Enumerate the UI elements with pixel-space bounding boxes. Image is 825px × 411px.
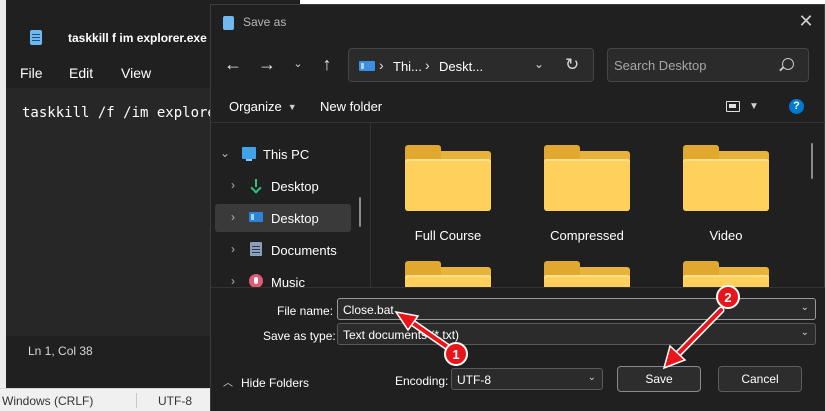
encoding-label: Encoding: (395, 374, 449, 388)
menu-file[interactable]: File (20, 65, 43, 81)
view-caret-icon[interactable]: ▼ (749, 101, 759, 112)
menu-edit[interactable]: Edit (69, 65, 93, 81)
folder-icon (683, 261, 769, 287)
file-name-field[interactable]: Close.bat ⌄ (337, 298, 816, 320)
save-as-dialog: Save as ✕ ← → ⌄ ↑ › Thi... › Deskt... ⌄ … (210, 4, 825, 411)
back-arrow-icon[interactable]: ← (222, 53, 244, 75)
address-bar[interactable]: › Thi... › Deskt... ⌄ ↻ (348, 48, 594, 82)
cancel-button[interactable]: Cancel (718, 366, 802, 392)
desktop-location-icon (359, 61, 375, 71)
encoding-value: UTF-8 (457, 373, 491, 387)
folder-item[interactable] (381, 239, 501, 287)
search-input[interactable] (614, 56, 776, 74)
nav-item-label: Desktop (271, 179, 319, 194)
folder-icon (405, 145, 491, 211)
close-icon[interactable]: ✕ (797, 11, 815, 31)
notepad-app-icon (30, 30, 42, 45)
folder-item[interactable] (659, 239, 779, 287)
search-box[interactable] (607, 48, 809, 82)
nav-item-documents[interactable]: › Documents (215, 236, 351, 264)
folder-item[interactable]: Full Course (381, 123, 501, 243)
expand-chevron-icon[interactable]: ⌄ (220, 146, 230, 160)
help-icon[interactable]: ? (789, 99, 804, 114)
search-icon[interactable] (782, 58, 794, 70)
dialog-notepad-icon (223, 16, 234, 30)
save-type-label: Save as type: (263, 329, 336, 343)
folder-icon (544, 145, 630, 211)
line-ending-label: Windows (CRLF) (2, 394, 94, 408)
encoding-status-label: UTF-8 (158, 394, 192, 408)
folder-icon (683, 145, 769, 211)
file-name-input[interactable]: Close.bat (343, 303, 394, 317)
chevron-up-icon: ︿ (223, 378, 233, 389)
breadcrumb-this-pc[interactable]: Thi... (393, 59, 422, 74)
forward-arrow-icon[interactable]: → (256, 53, 278, 75)
nav-item-desktop[interactable]: › Desktop (215, 204, 351, 232)
nav-pane-scrollbar[interactable] (359, 197, 361, 227)
download-arrow-icon (249, 179, 263, 191)
save-type-value: Text documents (*.txt) (343, 328, 460, 342)
organize-label: Organize (229, 99, 282, 114)
breadcrumb-desktop[interactable]: Deskt... (439, 59, 483, 74)
encoding-dropdown-icon[interactable]: ⌄ (588, 372, 596, 383)
file-name-dropdown-icon[interactable]: ⌄ (801, 302, 809, 313)
folder-item[interactable] (520, 239, 640, 287)
nav-item-label: This PC (263, 147, 310, 162)
folder-icon (544, 261, 630, 287)
folder-item[interactable]: Compressed (520, 123, 640, 243)
save-type-select[interactable]: Text documents (*.txt) ⌄ (337, 323, 816, 345)
breadcrumb-separator-icon[interactable]: › (425, 57, 430, 73)
nav-item-desktop-downloads[interactable]: › Desktop (215, 172, 351, 200)
save-button[interactable]: Save (617, 366, 701, 392)
nav-item-label: Desktop (271, 211, 319, 226)
recent-locations-chevron-icon[interactable]: ⌄ (287, 53, 309, 75)
refresh-icon[interactable]: ↻ (565, 55, 579, 75)
file-list-scrollbar[interactable] (811, 143, 813, 179)
save-type-dropdown-icon[interactable]: ⌄ (801, 327, 809, 338)
expand-chevron-icon[interactable]: › (231, 178, 241, 192)
nav-item-label: Documents (271, 243, 337, 258)
notepad-title: taskkill f im explorer.exe T (68, 31, 218, 45)
organize-button[interactable]: Organize ▼ (229, 99, 297, 114)
expand-chevron-icon[interactable]: › (231, 210, 241, 224)
folder-icon (405, 261, 491, 287)
encoding-select[interactable]: UTF-8 ⌄ (451, 368, 603, 390)
address-dropdown-chevron-icon[interactable]: ⌄ (534, 57, 544, 71)
file-name-label: File name: (277, 304, 334, 318)
cursor-position: Ln 1, Col 38 (28, 344, 93, 358)
music-icon (249, 274, 263, 288)
dialog-title: Save as (243, 15, 287, 29)
menu-view[interactable]: View (121, 65, 151, 81)
computer-icon (242, 147, 256, 161)
view-options-icon[interactable] (726, 101, 740, 112)
footer-divider (136, 393, 137, 408)
breadcrumb-separator-icon[interactable]: › (379, 57, 384, 73)
hide-folders-label: Hide Folders (241, 376, 310, 390)
nav-item-this-pc[interactable]: ⌄ This PC (215, 140, 351, 168)
navigation-pane: ⌄ This PC › Desktop › Desktop › Document… (211, 123, 369, 290)
desktop-icon (249, 212, 263, 222)
expand-chevron-icon[interactable]: › (231, 274, 241, 288)
new-folder-button[interactable]: New folder (320, 99, 382, 114)
hide-folders-button[interactable]: ︿ Hide Folders (223, 375, 309, 390)
organize-caret-icon: ▼ (287, 102, 297, 112)
up-arrow-icon[interactable]: ↑ (316, 53, 338, 75)
expand-chevron-icon[interactable]: › (231, 242, 241, 256)
file-list: Full Course Compressed Video (371, 123, 823, 287)
documents-icon (250, 242, 262, 256)
folder-item[interactable]: Video (659, 123, 779, 243)
editor-text[interactable]: taskkill /f /im explorer (22, 105, 224, 121)
